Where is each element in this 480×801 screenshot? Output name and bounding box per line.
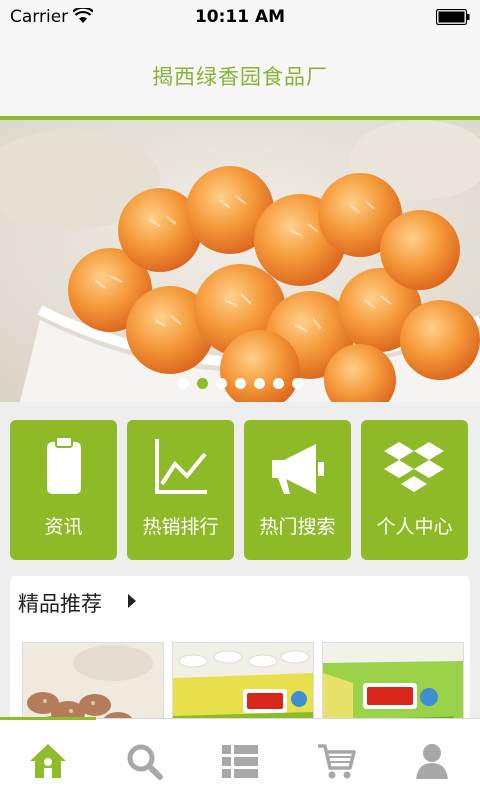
- status-bar: Carrier 10:11 AM: [0, 0, 480, 34]
- carousel-dot[interactable]: [253, 378, 265, 389]
- tab-profile[interactable]: [384, 719, 480, 801]
- tile-personal-center[interactable]: 个人中心: [361, 420, 468, 560]
- tile-hot-search[interactable]: 热门搜索: [244, 420, 351, 560]
- tile-label: 热销排行: [142, 516, 219, 538]
- carousel-dot-active[interactable]: [196, 378, 208, 389]
- carousel-indicator[interactable]: [0, 374, 480, 389]
- megaphone-icon: [272, 444, 324, 494]
- clipboard-icon: [47, 436, 81, 494]
- recommend-title: 精品推荐: [18, 592, 102, 616]
- line-chart-icon: [155, 439, 207, 494]
- tab-home[interactable]: [0, 719, 96, 801]
- banner-image: [0, 120, 480, 402]
- tab-cart[interactable]: [288, 719, 384, 801]
- page-title: 揭西绿香园食品厂: [152, 65, 328, 89]
- list-icon: [222, 745, 258, 778]
- tile-label: 资讯: [44, 516, 83, 538]
- play-arrow-icon[interactable]: [128, 594, 136, 608]
- battery-icon: [436, 9, 470, 25]
- cart-icon: [318, 744, 356, 779]
- tab-list[interactable]: [192, 719, 288, 801]
- user-icon: [416, 744, 448, 779]
- search-icon: [127, 744, 163, 780]
- carousel-dot[interactable]: [272, 378, 284, 389]
- home-icon: [30, 744, 66, 778]
- tile-label: 个人中心: [376, 516, 453, 538]
- dropbox-box-icon: [384, 442, 444, 492]
- carousel-dot[interactable]: [215, 378, 227, 389]
- bottom-tab-bar: [0, 717, 480, 801]
- status-time: 10:11 AM: [194, 7, 286, 27]
- tile-hot-sales[interactable]: 热销排行: [127, 420, 234, 560]
- banner-carousel[interactable]: [0, 120, 480, 402]
- tile-news[interactable]: 资讯: [10, 420, 117, 560]
- carousel-dot[interactable]: [177, 378, 189, 389]
- tab-search[interactable]: [96, 719, 192, 801]
- carousel-dot[interactable]: [291, 378, 303, 389]
- tile-label: 热门搜索: [259, 516, 336, 538]
- app-header: 揭西绿香园食品厂: [0, 34, 480, 116]
- carousel-dot[interactable]: [234, 378, 246, 389]
